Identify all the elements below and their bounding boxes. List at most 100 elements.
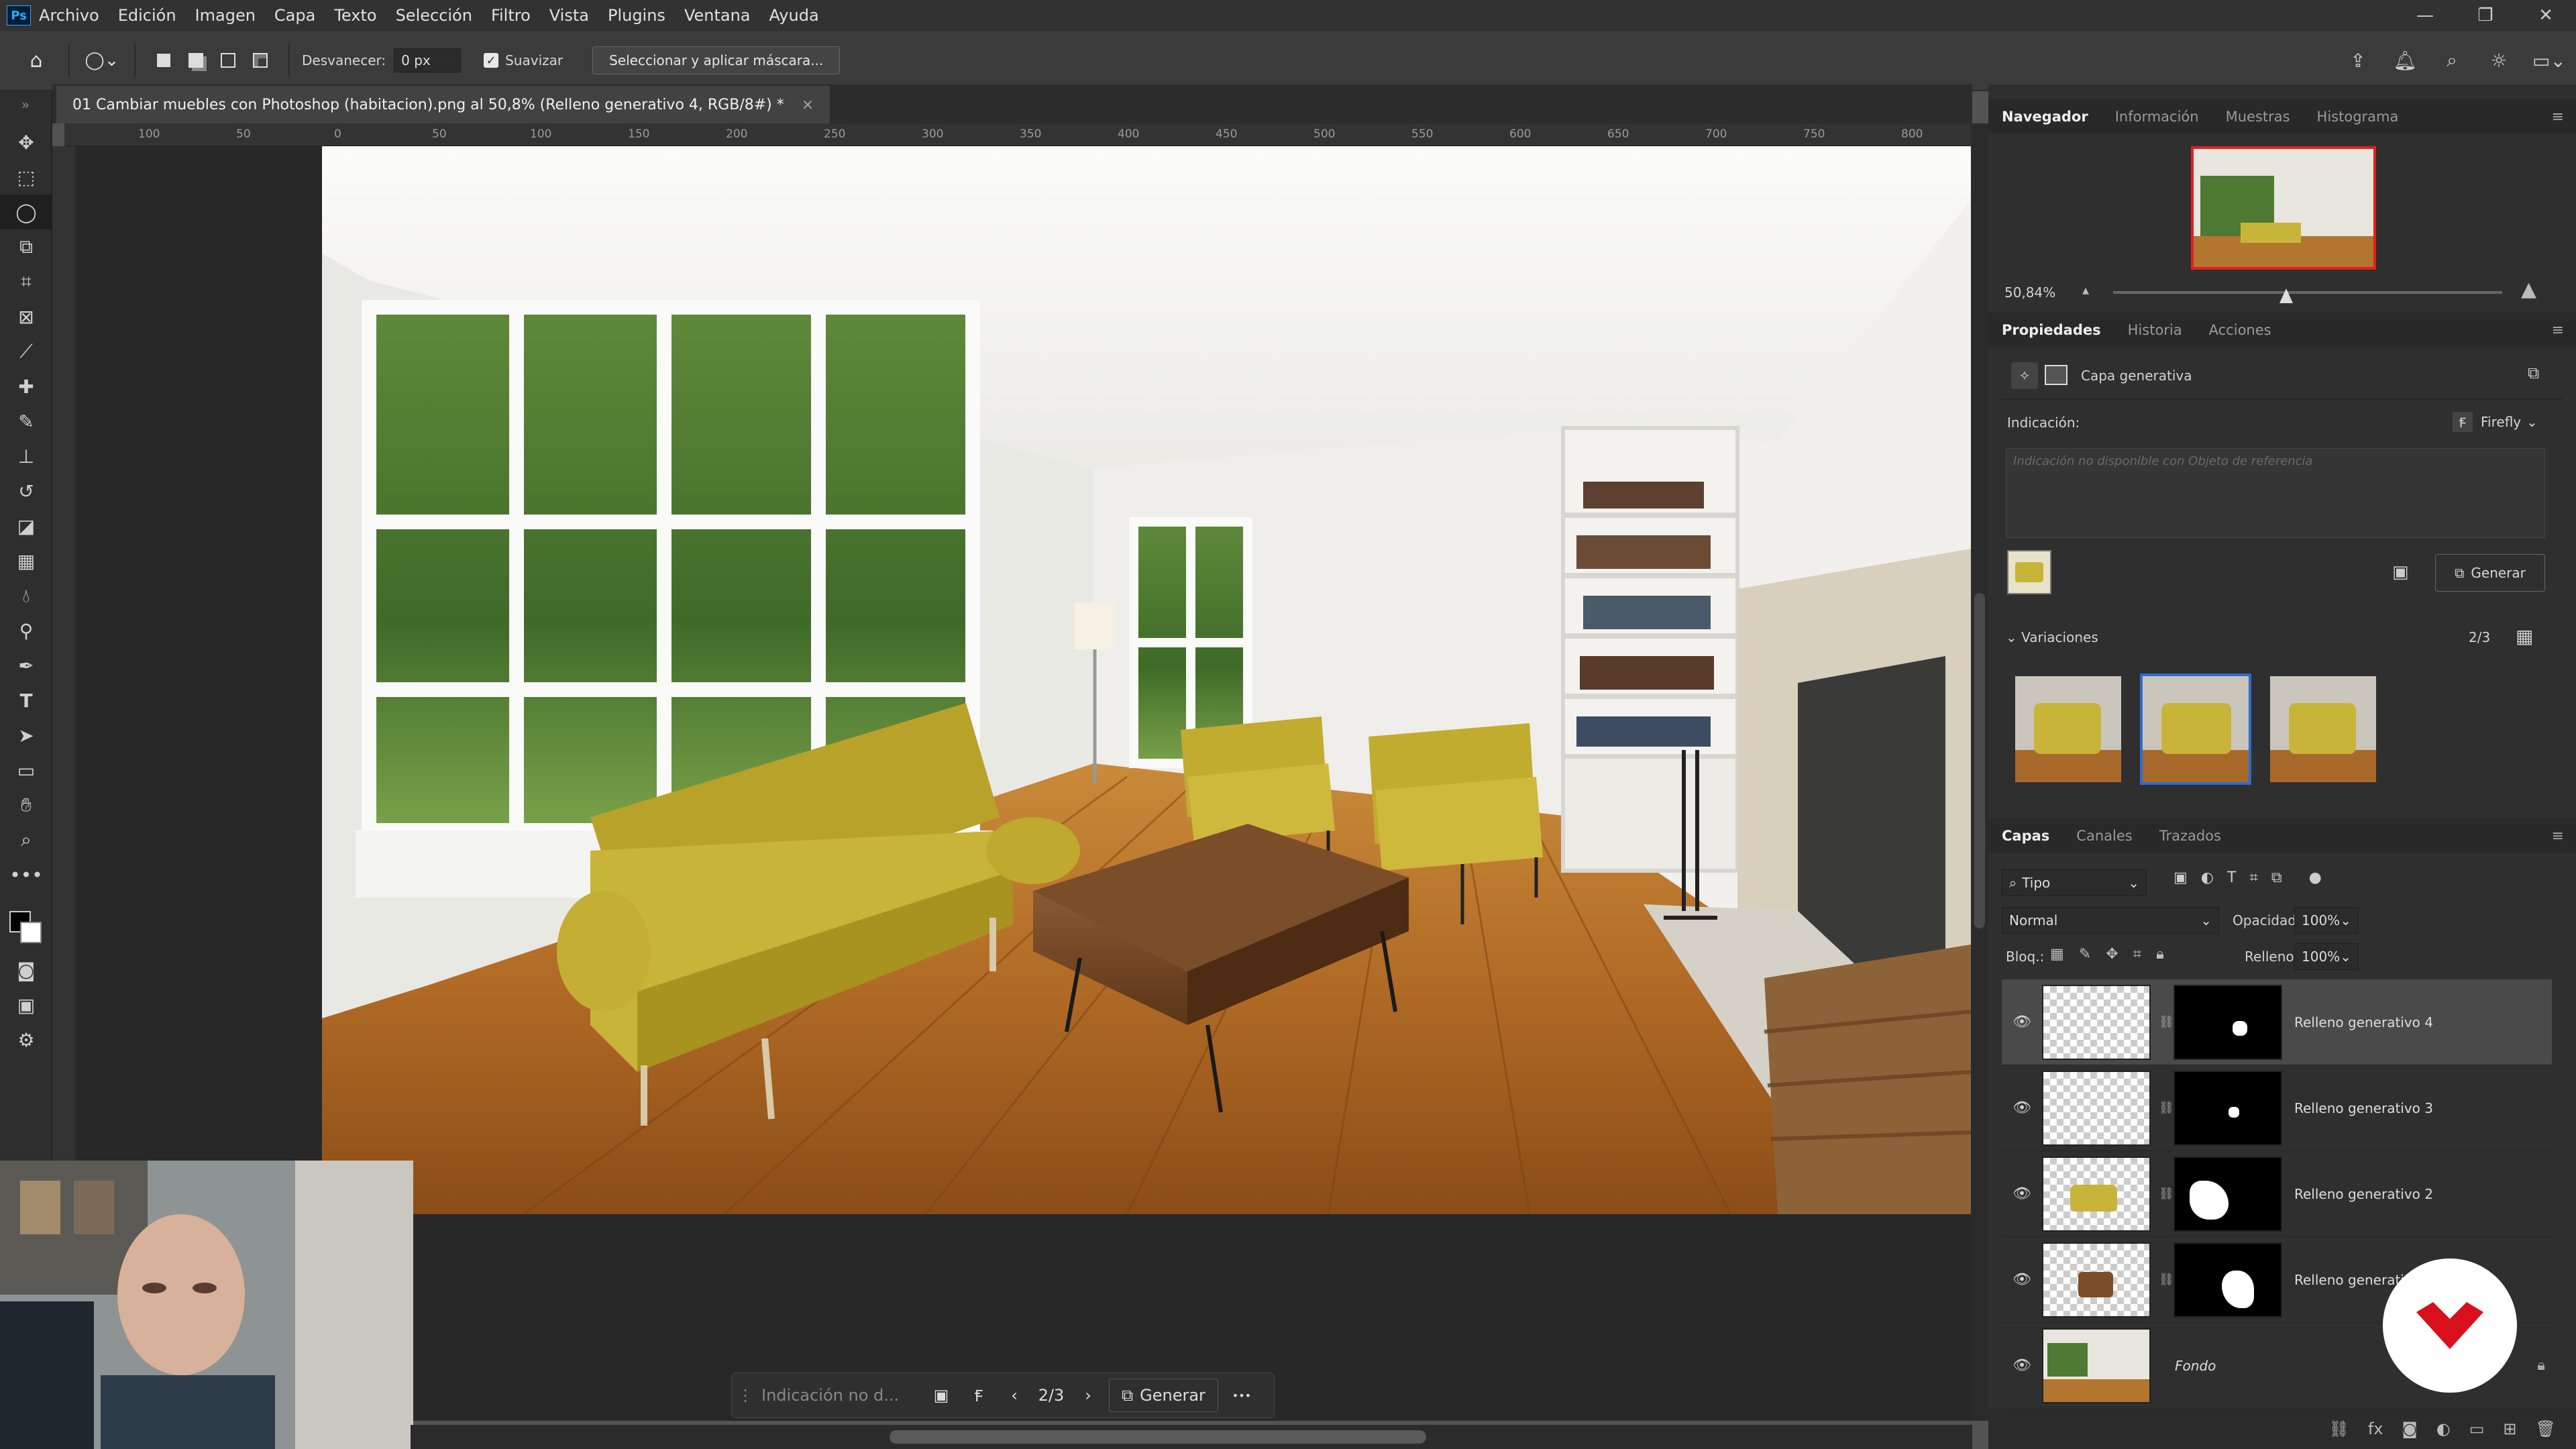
visibility-eye-icon[interactable]: 👁︎ [2002,1014,2042,1030]
filter-type-icon[interactable]: T [2227,869,2236,886]
menu-plugins[interactable]: Plugins [608,6,665,25]
grid-view-icon[interactable]: ▦ [2516,625,2533,647]
horizontal-scrollbar[interactable] [411,1425,1972,1449]
minimize-icon[interactable]: — [2395,0,2455,31]
panel-menu-icon[interactable]: ≡ [2552,322,2564,339]
document-tab[interactable]: 01 Cambiar muebles con Photoshop (habita… [56,86,830,123]
horizontal-scroll-thumb[interactable] [890,1430,1426,1444]
menu-capa[interactable]: Capa [274,6,315,25]
crop-tool-icon[interactable]: ⌗ [0,264,52,299]
select-and-mask-button[interactable]: Seleccionar y aplicar máscara... [592,46,841,74]
close-window-icon[interactable]: ✕ [2516,0,2576,31]
contextual-prompt-input[interactable]: Indicación no d... [761,1386,922,1405]
menu-ayuda[interactable]: Ayuda [769,6,819,25]
menu-imagen[interactable]: Imagen [195,6,256,25]
lasso-tool-preset-icon[interactable]: ◯⌄ [82,47,122,74]
lasso-tool-icon[interactable]: ◯ [0,195,52,229]
hand-tool-icon[interactable]: ✋︎ [0,788,52,822]
tab-informacion[interactable]: Información [2102,99,2212,134]
type-tool-icon[interactable]: T [0,683,52,718]
variation-3[interactable] [2270,676,2376,782]
filter-shape-icon[interactable]: ⌗ [2249,869,2257,886]
document-canvas-image[interactable] [322,146,1971,1214]
new-selection-icon[interactable] [148,47,180,74]
vertical-scroll-thumb[interactable] [1974,593,1985,928]
previous-variation-icon[interactable]: ‹ [998,1386,1031,1405]
tab-muestras[interactable]: Muestras [2212,99,2304,134]
color-swatches[interactable] [0,892,51,953]
variation-2-selected[interactable] [2140,674,2251,785]
notifications-icon[interactable]: 🔔︎ [2381,50,2428,72]
visibility-eye-icon[interactable]: 👁︎ [2002,1357,2042,1374]
contextual-generate-button[interactable]: ⧉ Generar [1109,1379,1218,1412]
reference-image-icon[interactable]: ▣ [2392,562,2409,582]
reference-image-icon[interactable]: ▣ [922,1386,960,1405]
menu-seleccion[interactable]: Selección [396,6,472,25]
quick-mask-icon[interactable]: ◙ [0,953,52,987]
lock-pixels-icon[interactable]: ✎ [2079,946,2091,963]
visibility-eye-icon[interactable]: 👁︎ [2002,1271,2042,1288]
generate-button[interactable]: ⧉ Generar [2435,554,2545,592]
filter-toggle-icon[interactable]: ● [2309,869,2322,886]
clone-stamp-tool-icon[interactable]: ⊥ [0,439,52,474]
intersect-selection-icon[interactable] [244,47,276,74]
filter-pixel-icon[interactable]: ▣ [2174,869,2188,886]
panel-menu-icon[interactable]: ≡ [2552,109,2564,125]
drag-handle-icon[interactable]: ⋮ [736,1386,755,1405]
background-color[interactable] [20,922,42,943]
link-icon[interactable]: ⛓︎ [2159,1015,2174,1029]
lock-artboard-icon[interactable]: ⌗ [2133,946,2141,963]
menu-vista[interactable]: Vista [549,6,589,25]
menu-filtro[interactable]: Filtro [491,6,531,25]
rectangle-tool-icon[interactable]: ▭ [0,753,52,788]
zoom-tool-icon[interactable]: ⌕ [0,822,52,857]
panel-collapse-icon[interactable]: » [0,91,51,125]
vertical-scrollbar[interactable] [1971,123,1988,1421]
lock-position-icon[interactable]: ✥ [2106,946,2118,963]
layer-filter-select[interactable]: ⌕ Tipo ⌄ [2002,869,2147,896]
share-icon[interactable]: ⇪ [2334,50,2381,72]
navigator-thumbnail[interactable] [2191,146,2376,270]
screen-mode-icon[interactable]: ▣ [0,987,52,1022]
firefly-icon[interactable]: Ꞙ [960,1385,998,1407]
healing-brush-tool-icon[interactable]: ✚ [0,369,52,404]
menu-edicion[interactable]: Edición [118,6,176,25]
tab-canales[interactable]: Canales [2063,818,2145,853]
zoom-slider-track[interactable] [2113,291,2502,294]
restore-icon[interactable]: ❐ [2455,0,2516,31]
edit-toolbar-icon[interactable]: ••• [0,857,52,892]
menu-texto[interactable]: Texto [334,6,376,25]
next-variation-icon[interactable]: › [1071,1386,1105,1405]
gradient-tool-icon[interactable]: ▦ [0,543,52,578]
close-tab-icon[interactable]: × [802,97,814,113]
properties-action-icon[interactable]: ⧉ [2528,364,2539,382]
lock-all-icon[interactable]: 🔒︎ [2156,946,2164,963]
filter-adjustment-icon[interactable]: ◐ [2201,869,2214,886]
feather-input[interactable]: 0 px [394,48,462,72]
visibility-eye-icon[interactable]: 👁︎ [2002,1185,2042,1202]
blur-tool-icon[interactable]: 💧︎ [0,578,52,613]
lock-transparent-icon[interactable]: ▦ [2050,946,2064,963]
dodge-tool-icon[interactable]: ⚲ [0,613,52,648]
tab-historia[interactable]: Historia [2114,313,2196,347]
home-icon[interactable]: ⌂ [16,47,56,74]
menu-archivo[interactable]: Archivo [39,6,99,25]
tab-propiedades[interactable]: Propiedades [1988,313,2114,347]
tab-trazados[interactable]: Trazados [2146,818,2235,853]
discover-icon[interactable]: ☼ [2475,50,2522,72]
move-tool-icon[interactable]: ✥ [0,125,52,160]
link-layers-icon[interactable]: ⛓︎ [2328,1419,2349,1438]
reference-image-thumbnail[interactable] [2007,550,2051,594]
tab-acciones[interactable]: Acciones [2196,313,2285,347]
pen-tool-icon[interactable]: ✒ [0,648,52,683]
more-options-icon[interactable]: ••• [1218,1389,1265,1402]
zoom-value[interactable]: 50,84% [2004,284,2055,301]
tab-capas[interactable]: Capas [1988,818,2063,853]
zoom-out-icon[interactable]: ▴ [2082,282,2089,298]
layer-row-relleno-generativo-4[interactable]: 👁︎ ⛓︎ Relleno generativo 4 [2002,979,2552,1065]
generative-tool-icon[interactable]: ⚙ [0,1022,52,1057]
smooth-checkbox[interactable]: ✓ Suavizar [484,52,563,68]
visibility-eye-icon[interactable]: 👁︎ [2002,1099,2042,1116]
menu-ventana[interactable]: Ventana [684,6,751,25]
search-icon[interactable]: ⌕ [2428,49,2475,72]
